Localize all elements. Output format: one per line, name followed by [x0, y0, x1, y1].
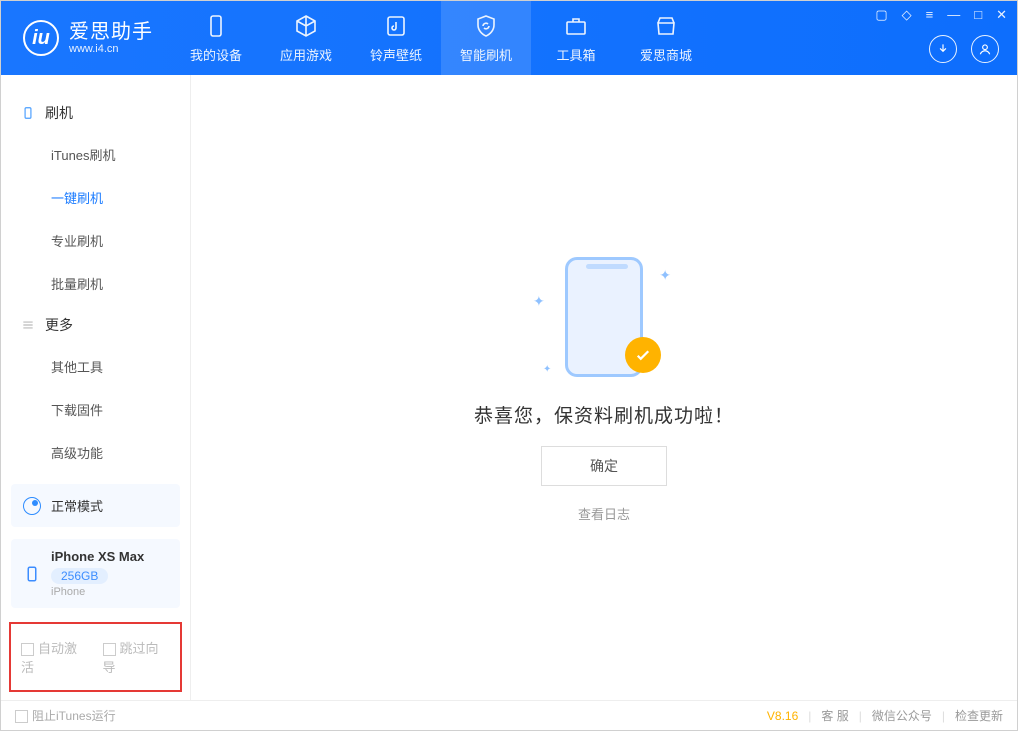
sidebar-item-oneclick[interactable]: 一键刷机 [1, 176, 190, 219]
nav-ringtone[interactable]: 铃声壁纸 [351, 1, 441, 75]
support-link[interactable]: 客 服 [821, 707, 848, 724]
nav-flash[interactable]: 智能刷机 [441, 1, 531, 75]
device-type: iPhone [51, 586, 144, 598]
app-logo: iu 爱思助手 www.i4.cn [1, 20, 171, 56]
sidebar-item-advanced[interactable]: 高级功能 [1, 431, 190, 474]
version-label: V8.16 [767, 709, 798, 723]
sidebar-item-batch[interactable]: 批量刷机 [1, 262, 190, 305]
briefcase-icon [563, 13, 589, 39]
check-update-link[interactable]: 检查更新 [955, 707, 1003, 724]
app-name: 爱思助手 [69, 21, 153, 43]
footer: 阻止iTunes运行 V8.16 | 客 服 | 微信公众号 | 检查更新 [1, 700, 1017, 730]
phone-icon [203, 13, 229, 39]
download-button[interactable] [929, 35, 957, 63]
feedback-icon[interactable]: ◇ [902, 7, 912, 23]
nav-toolbox[interactable]: 工具箱 [531, 1, 621, 75]
auto-activate-checkbox[interactable]: 自动激活 [21, 638, 89, 676]
app-url: www.i4.cn [69, 43, 153, 55]
menu-icon[interactable]: ≡ [926, 7, 934, 23]
skip-guide-checkbox[interactable]: 跳过向导 [103, 638, 171, 676]
sidebar-item-itunes[interactable]: iTunes刷机 [1, 133, 190, 176]
nav-apps[interactable]: 应用游戏 [261, 1, 351, 75]
device-name: iPhone XS Max [51, 549, 144, 564]
maximize-button[interactable]: □ [974, 7, 982, 23]
wechat-link[interactable]: 微信公众号 [872, 707, 932, 724]
store-icon [653, 13, 679, 39]
device-card[interactable]: iPhone XS Max 256GB iPhone [11, 539, 180, 608]
flash-options: 自动激活 跳过向导 [9, 622, 182, 692]
main-content: ✦ ✦ ✦ 恭喜您，保资料刷机成功啦！ 确定 查看日志 [191, 75, 1017, 700]
sidebar-item-pro[interactable]: 专业刷机 [1, 219, 190, 262]
ok-button[interactable]: 确定 [541, 446, 667, 486]
block-itunes-checkbox[interactable]: 阻止iTunes运行 [15, 707, 116, 724]
mode-card[interactable]: 正常模式 [11, 484, 180, 527]
user-button[interactable] [971, 35, 999, 63]
shield-refresh-icon [473, 13, 499, 39]
device-icon [21, 106, 35, 120]
logo-icon: iu [23, 20, 59, 56]
nav-device[interactable]: 我的设备 [171, 1, 261, 75]
main-nav: 我的设备 应用游戏 铃声壁纸 智能刷机 工具箱 爱思商城 [171, 1, 711, 75]
sidebar-item-other[interactable]: 其他工具 [1, 345, 190, 388]
nav-store[interactable]: 爱思商城 [621, 1, 711, 75]
sidebar-item-firmware[interactable]: 下载固件 [1, 388, 190, 431]
cube-icon [293, 13, 319, 39]
view-log-link[interactable]: 查看日志 [578, 504, 630, 523]
shirt-icon[interactable]: ▢ [875, 7, 887, 23]
success-message: 恭喜您，保资料刷机成功啦！ [474, 401, 734, 428]
mode-label: 正常模式 [51, 496, 103, 515]
titlebar: iu 爱思助手 www.i4.cn 我的设备 应用游戏 铃声壁纸 智能刷机 工具… [1, 1, 1017, 75]
close-button[interactable]: ✕ [996, 7, 1007, 23]
list-icon [21, 318, 35, 332]
sidebar-section-more: 更多 [1, 305, 190, 345]
check-icon [625, 337, 661, 373]
success-illustration: ✦ ✦ ✦ [539, 253, 669, 383]
window-controls: ▢ ◇ ≡ — □ ✕ [875, 7, 1007, 23]
device-capacity: 256GB [51, 568, 108, 584]
mode-icon [23, 497, 41, 515]
sidebar: 刷机 iTunes刷机 一键刷机 专业刷机 批量刷机 更多 其他工具 下载固件 … [1, 75, 191, 700]
phone-icon [23, 565, 41, 583]
music-icon [383, 13, 409, 39]
sidebar-section-flash: 刷机 [1, 93, 190, 133]
minimize-button[interactable]: — [947, 7, 960, 23]
